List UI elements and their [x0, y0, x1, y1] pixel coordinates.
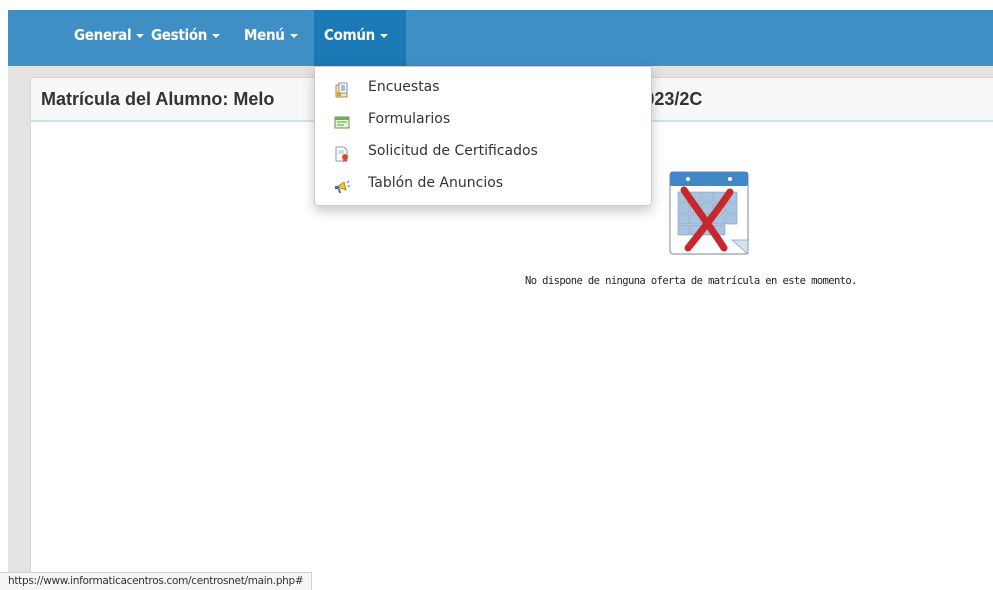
certificate-icon [335, 146, 348, 162]
calendar-cancel-icon [669, 171, 749, 255]
caret-down-icon [379, 33, 388, 38]
window-top-strip [0, 0, 993, 10]
page-title-start: Matrícula del Alumno: Melo [41, 89, 275, 109]
status-bar-url: https://www.informaticacentros.com/centr… [0, 572, 313, 590]
menu-item-formularios[interactable]: Formularios [315, 108, 651, 138]
menu-item-label: Solicitud de Certificados [368, 143, 538, 159]
form-icon [334, 116, 350, 129]
menu-item-encuestas[interactable]: Encuestas [315, 76, 651, 106]
caret-down-icon [212, 33, 221, 38]
comun-dropdown-menu: Encuestas Formularios Solicitud de Certi… [314, 66, 652, 206]
announcement-board-icon [335, 180, 350, 193]
nav-gestion-label: Gestión [151, 26, 208, 44]
menu-item-label: Formularios [368, 111, 451, 127]
menu-item-solicitud-certificados[interactable]: Solicitud de Certificados [315, 140, 651, 170]
nav-comun-label: Común [324, 26, 375, 44]
nav-menu[interactable]: Menú [234, 10, 308, 66]
empty-enrollment-message: No dispone de ninguna oferta de matrícul… [525, 275, 857, 287]
nav-general-label: General [74, 26, 132, 44]
menu-item-tablon-anuncios[interactable]: Tablón de Anuncios [315, 172, 651, 202]
menu-item-label: Tablón de Anuncios [368, 175, 504, 191]
survey-icon [335, 82, 348, 98]
nav-comun[interactable]: Común [314, 10, 406, 66]
window-left-edge [0, 0, 8, 590]
nav-menu-label: Menú [244, 26, 285, 44]
menu-item-label: Encuestas [368, 79, 440, 95]
top-navbar: General Gestión Menú Común [8, 10, 993, 66]
caret-down-icon [289, 33, 298, 38]
nav-gestion[interactable]: Gestión [141, 10, 230, 66]
